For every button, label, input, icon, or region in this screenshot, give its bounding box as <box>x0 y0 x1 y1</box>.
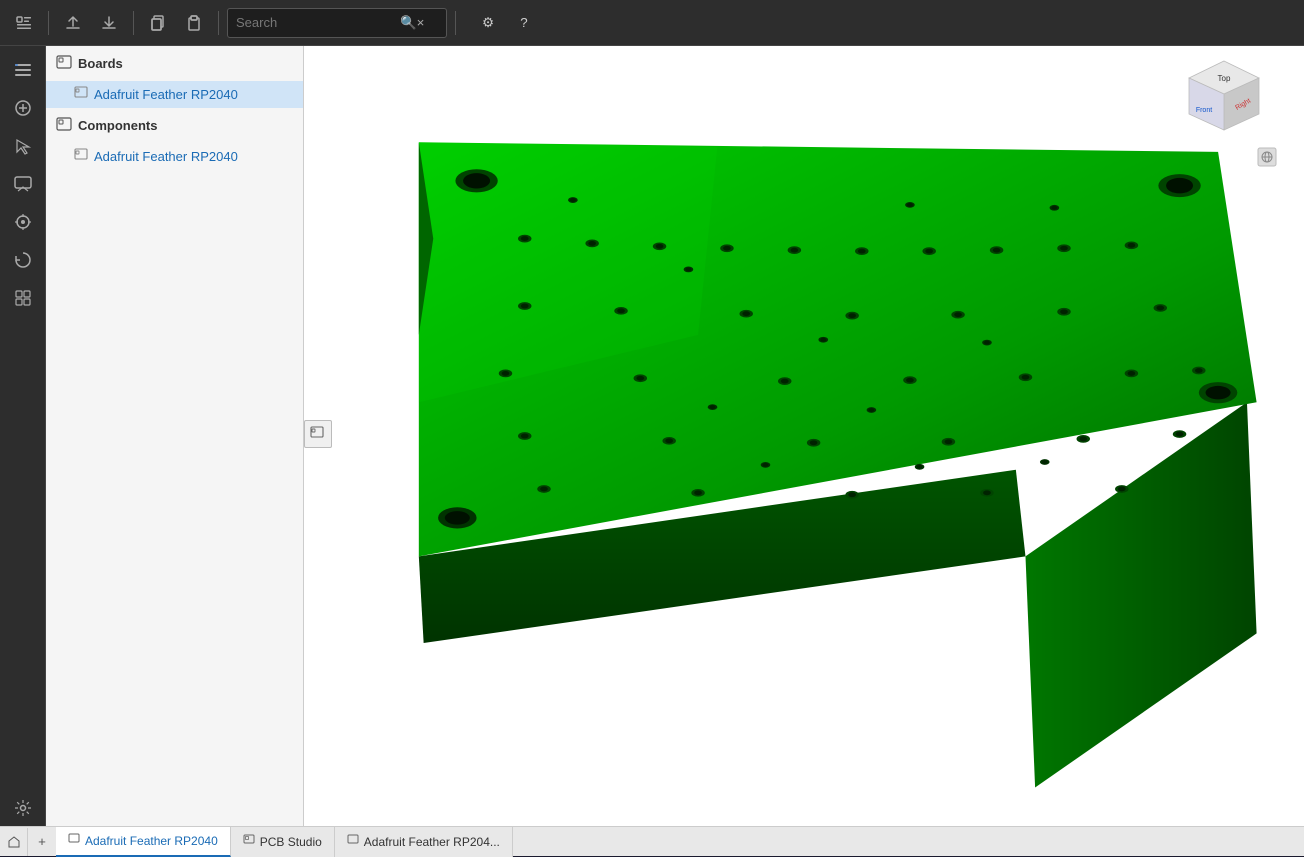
components-section-header[interactable]: Components <box>46 108 303 143</box>
history-button[interactable] <box>5 242 41 278</box>
tab-board-icon-2 <box>347 834 359 849</box>
component-item-adafruit[interactable]: Adafruit Feather RP2040 <box>46 143 303 170</box>
add-node-button[interactable] <box>5 90 41 126</box>
comments-button[interactable] <box>5 166 41 202</box>
search-bar: 🔍 × <box>227 8 447 38</box>
panel: Boards Adafruit Feather RP2040 Component… <box>46 46 304 826</box>
components-label: Components <box>78 118 157 133</box>
layers-icon-button[interactable] <box>5 52 41 88</box>
home-tab-button[interactable] <box>0 828 28 856</box>
board-item-label: Adafruit Feather RP2040 <box>94 87 238 102</box>
search-input[interactable] <box>236 15 396 30</box>
board-item-icon <box>74 86 88 103</box>
navigation-cube[interactable]: Top Front Right <box>1184 56 1264 136</box>
toolbar: 🔍 × ⚙ ? <box>0 0 1304 46</box>
svg-text:Top: Top <box>1218 74 1231 83</box>
tab-pcb-icon <box>243 834 255 849</box>
boards-icon <box>56 54 72 73</box>
tab-board-icon-1 <box>68 833 80 848</box>
tab-adafruit-feather-1[interactable]: Adafruit Feather RP2040 <box>56 827 231 857</box>
settings-button[interactable]: ⚙ <box>472 7 504 39</box>
left-sidebar <box>0 46 46 826</box>
upload-button[interactable] <box>57 7 89 39</box>
svg-text:Front: Front <box>1196 107 1212 114</box>
boards-label: Boards <box>78 56 123 71</box>
select-tool-button[interactable] <box>5 128 41 164</box>
separator-3 <box>218 11 219 35</box>
menu-icon-button[interactable] <box>8 7 40 39</box>
component-item-icon <box>74 148 88 165</box>
copy-button[interactable] <box>142 7 174 39</box>
paste-button[interactable] <box>178 7 210 39</box>
grid-button[interactable] <box>5 280 41 316</box>
separator-2 <box>133 11 134 35</box>
bottom-tab-bar: + Adafruit Feather RP2040 PCB Studio Ada… <box>0 826 1304 856</box>
search-button[interactable]: 🔍 <box>400 15 417 31</box>
tab-label-1: Adafruit Feather RP2040 <box>85 834 218 848</box>
pcb-board-3d <box>304 46 1304 826</box>
component-item-label: Adafruit Feather RP2040 <box>94 149 238 164</box>
floating-panel-toggle[interactable] <box>304 420 332 448</box>
tab-adafruit-feather-2[interactable]: Adafruit Feather RP204... <box>335 827 513 857</box>
viewport-3d[interactable]: Top Front Right <box>304 46 1304 826</box>
help-button[interactable]: ? <box>508 7 540 39</box>
view-mode-button[interactable] <box>1256 146 1278 171</box>
separator-1 <box>48 11 49 35</box>
components-icon <box>56 116 72 135</box>
add-tab-button[interactable]: + <box>28 828 56 856</box>
tab-label-2: PCB Studio <box>260 835 322 849</box>
separator-4 <box>455 11 456 35</box>
tab-label-3: Adafruit Feather RP204... <box>364 835 500 849</box>
tab-pcb-studio[interactable]: PCB Studio <box>231 827 335 857</box>
board-item-adafruit[interactable]: Adafruit Feather RP2040 <box>46 81 303 108</box>
clear-search-button[interactable]: × <box>417 15 425 30</box>
boards-section-header[interactable]: Boards <box>46 46 303 81</box>
download-button[interactable] <box>93 7 125 39</box>
settings-icon-button[interactable] <box>5 790 41 826</box>
origin-button[interactable] <box>5 204 41 240</box>
